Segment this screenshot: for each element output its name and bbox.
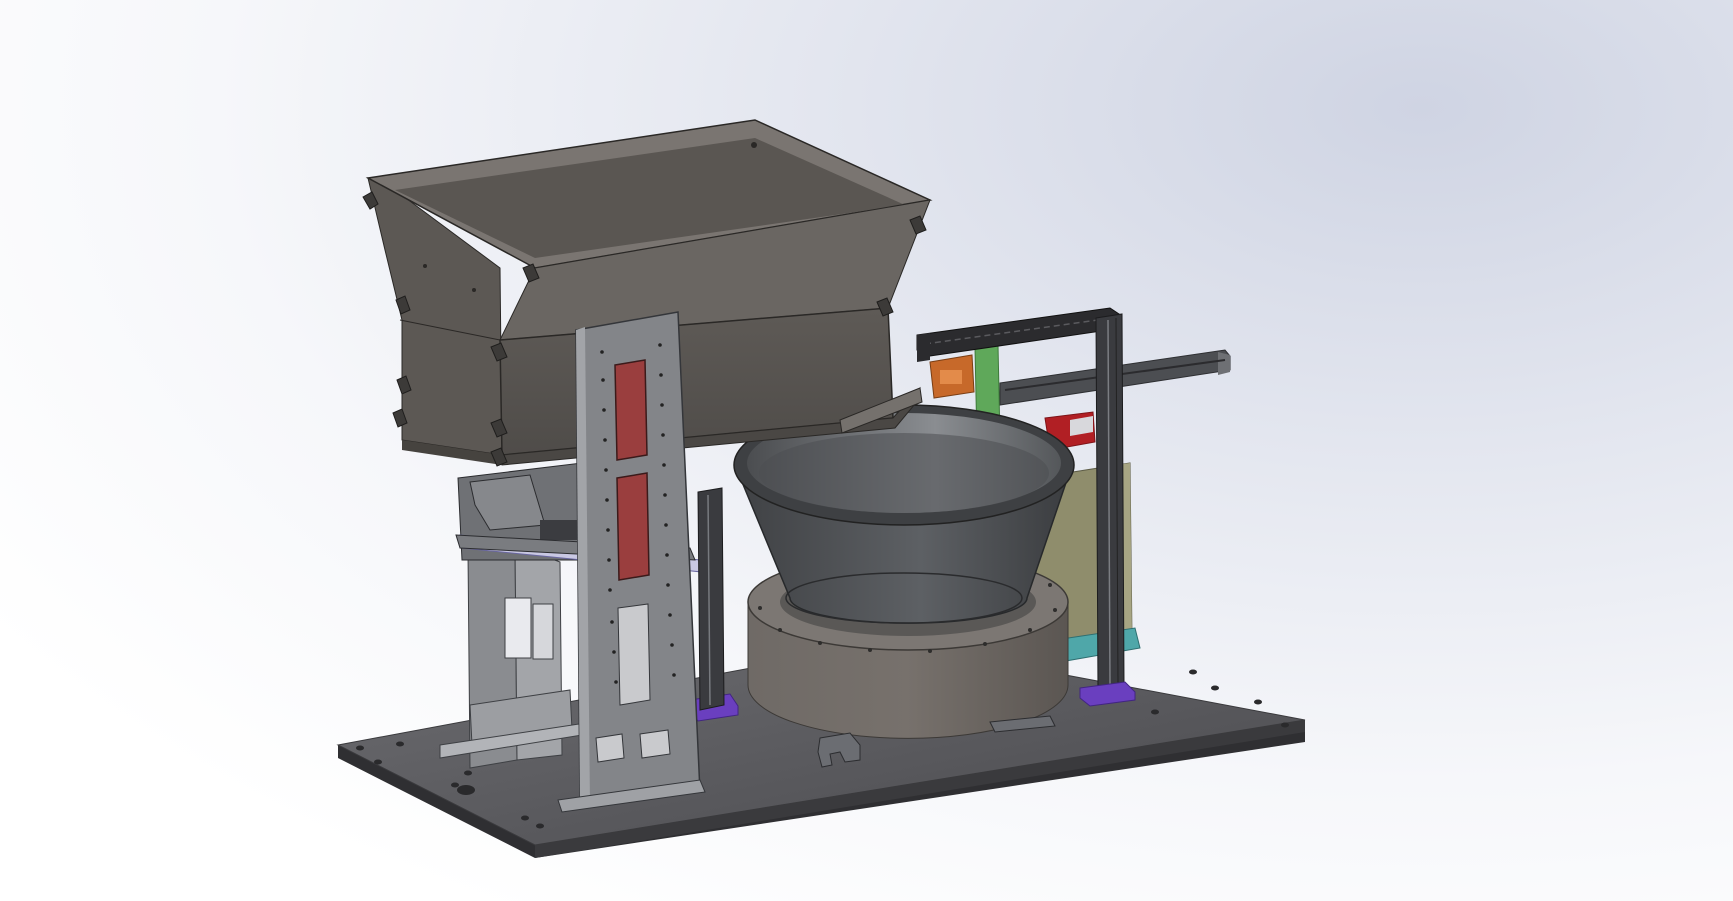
orange-sensor-block xyxy=(929,354,975,399)
side-plate-window-lower xyxy=(616,472,650,581)
side-plate-window-upper xyxy=(614,359,648,461)
aluminum-extrusion-post xyxy=(697,487,725,711)
feeder-assembly-model xyxy=(336,119,1306,858)
cad-viewport[interactable] xyxy=(0,0,1733,901)
